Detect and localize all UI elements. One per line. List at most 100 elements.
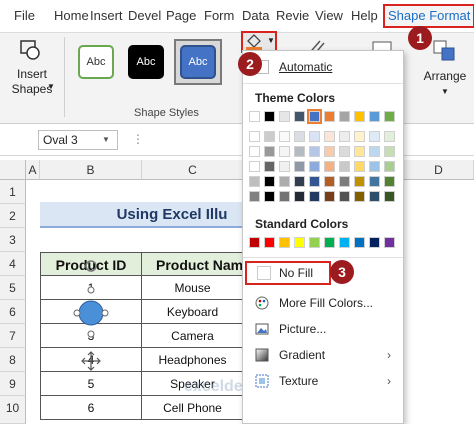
theme-color-tint-swatch[interactable]	[279, 146, 290, 157]
theme-color-tint-swatch[interactable]	[324, 176, 335, 187]
table-cell-name[interactable]: Cell Phone	[142, 396, 244, 420]
tab-shape-format[interactable]: Shape Format	[383, 4, 474, 28]
tab-formulas[interactable]: Form	[204, 6, 234, 26]
chevron-down-icon[interactable]: ▼	[102, 135, 110, 144]
theme-color-tint-swatch[interactable]	[309, 131, 320, 142]
table-cell-name[interactable]: Keyboard	[142, 300, 244, 324]
row-header[interactable]: 2	[0, 204, 26, 228]
shape-style-blue[interactable]: Abc	[180, 45, 216, 79]
theme-color-tint-swatch[interactable]	[324, 131, 335, 142]
theme-color-tint-swatch[interactable]	[384, 191, 395, 202]
theme-color-tint-swatch[interactable]	[294, 146, 305, 157]
theme-color-swatch[interactable]	[324, 111, 335, 122]
table-cell-id[interactable]: 6	[40, 396, 142, 420]
standard-color-swatch[interactable]	[324, 237, 335, 248]
theme-color-tint-swatch[interactable]	[339, 146, 350, 157]
picture-option[interactable]: Picture...	[243, 317, 403, 341]
theme-color-tint-swatch[interactable]	[354, 161, 365, 172]
tab-insert[interactable]: Insert	[90, 6, 123, 26]
theme-color-tint-swatch[interactable]	[264, 176, 275, 187]
theme-color-tint-swatch[interactable]	[264, 131, 275, 142]
tab-view[interactable]: View	[315, 6, 343, 26]
insert-shapes-button[interactable]: Insert Shapes ▼	[8, 35, 55, 101]
theme-color-tint-swatch[interactable]	[309, 191, 320, 202]
column-header-c[interactable]: C	[142, 160, 244, 180]
theme-color-tint-swatch[interactable]	[309, 176, 320, 187]
column-header-b[interactable]: B	[40, 160, 142, 180]
theme-color-tint-swatch[interactable]	[324, 146, 335, 157]
theme-color-tint-swatch[interactable]	[309, 146, 320, 157]
theme-color-tint-swatch[interactable]	[249, 191, 260, 202]
theme-color-tint-swatch[interactable]	[249, 131, 260, 142]
gradient-option[interactable]: Gradient ›	[243, 343, 403, 367]
theme-color-tint-swatch[interactable]	[264, 146, 275, 157]
standard-color-swatch[interactable]	[354, 237, 365, 248]
theme-color-swatch[interactable]	[264, 111, 275, 122]
theme-color-tint-swatch[interactable]	[354, 146, 365, 157]
shape-style-black[interactable]: Abc	[128, 45, 164, 79]
theme-color-tint-swatch[interactable]	[324, 191, 335, 202]
standard-color-swatch[interactable]	[279, 237, 290, 248]
theme-color-tint-swatch[interactable]	[279, 131, 290, 142]
theme-color-tint-swatch[interactable]	[264, 161, 275, 172]
theme-color-swatch[interactable]	[339, 111, 350, 122]
row-header[interactable]: 6	[0, 300, 26, 324]
theme-color-tint-swatch[interactable]	[249, 146, 260, 157]
theme-color-swatch[interactable]	[279, 111, 290, 122]
theme-color-tint-swatch[interactable]	[384, 131, 395, 142]
theme-color-tint-swatch[interactable]	[249, 161, 260, 172]
shape-style-white[interactable]: Abc	[78, 45, 114, 79]
tab-data[interactable]: Data	[242, 6, 269, 26]
standard-color-swatch[interactable]	[249, 237, 260, 248]
theme-color-swatch[interactable]	[354, 111, 365, 122]
theme-color-tint-swatch[interactable]	[279, 191, 290, 202]
tab-file[interactable]: File	[14, 6, 35, 26]
standard-color-row[interactable]	[249, 237, 403, 251]
theme-color-grid[interactable]	[249, 109, 403, 207]
standard-color-swatch[interactable]	[339, 237, 350, 248]
row-header[interactable]: 7	[0, 324, 26, 348]
theme-color-tint-swatch[interactable]	[294, 176, 305, 187]
standard-color-swatch[interactable]	[369, 237, 380, 248]
theme-color-tint-swatch[interactable]	[339, 131, 350, 142]
theme-color-tint-swatch[interactable]	[384, 161, 395, 172]
theme-color-tint-swatch[interactable]	[354, 176, 365, 187]
tab-home[interactable]: Home	[54, 6, 89, 26]
selected-oval-shape[interactable]	[71, 256, 111, 376]
theme-color-tint-swatch[interactable]	[369, 161, 380, 172]
row-header[interactable]: 1	[0, 180, 26, 204]
theme-color-tint-swatch[interactable]	[339, 191, 350, 202]
theme-color-tint-swatch[interactable]	[279, 161, 290, 172]
theme-color-swatch[interactable]	[294, 111, 305, 122]
row-header[interactable]: 3	[0, 228, 26, 252]
theme-color-tint-swatch[interactable]	[324, 161, 335, 172]
theme-color-swatch[interactable]	[369, 111, 380, 122]
theme-color-swatch[interactable]	[249, 111, 260, 122]
theme-color-tint-swatch[interactable]	[384, 176, 395, 187]
theme-color-tint-swatch[interactable]	[339, 161, 350, 172]
table-cell-name[interactable]: Mouse	[142, 276, 244, 300]
theme-color-tint-swatch[interactable]	[369, 176, 380, 187]
table-cell-name[interactable]: Camera	[142, 324, 244, 348]
table-cell-name[interactable]: Headphones	[142, 348, 244, 372]
theme-color-tint-swatch[interactable]	[369, 131, 380, 142]
theme-color-tint-swatch[interactable]	[369, 191, 380, 202]
theme-color-tint-swatch[interactable]	[264, 191, 275, 202]
theme-color-tint-swatch[interactable]	[354, 131, 365, 142]
theme-color-tint-swatch[interactable]	[384, 146, 395, 157]
theme-color-tint-swatch[interactable]	[279, 176, 290, 187]
theme-color-tint-swatch[interactable]	[294, 161, 305, 172]
select-all-corner[interactable]	[0, 160, 26, 180]
table-header-name[interactable]: Product Nam	[142, 252, 244, 276]
row-header[interactable]: 10	[0, 396, 26, 424]
row-header[interactable]: 5	[0, 276, 26, 300]
theme-color-tint-swatch[interactable]	[369, 146, 380, 157]
column-header-a[interactable]: A	[26, 160, 40, 180]
theme-color-tint-swatch[interactable]	[249, 176, 260, 187]
automatic-option[interactable]: Automatic	[243, 55, 403, 79]
column-header-d[interactable]: D	[404, 160, 474, 180]
standard-color-swatch[interactable]	[309, 237, 320, 248]
theme-color-swatch[interactable]	[384, 111, 395, 122]
standard-color-swatch[interactable]	[294, 237, 305, 248]
standard-color-swatch[interactable]	[384, 237, 395, 248]
